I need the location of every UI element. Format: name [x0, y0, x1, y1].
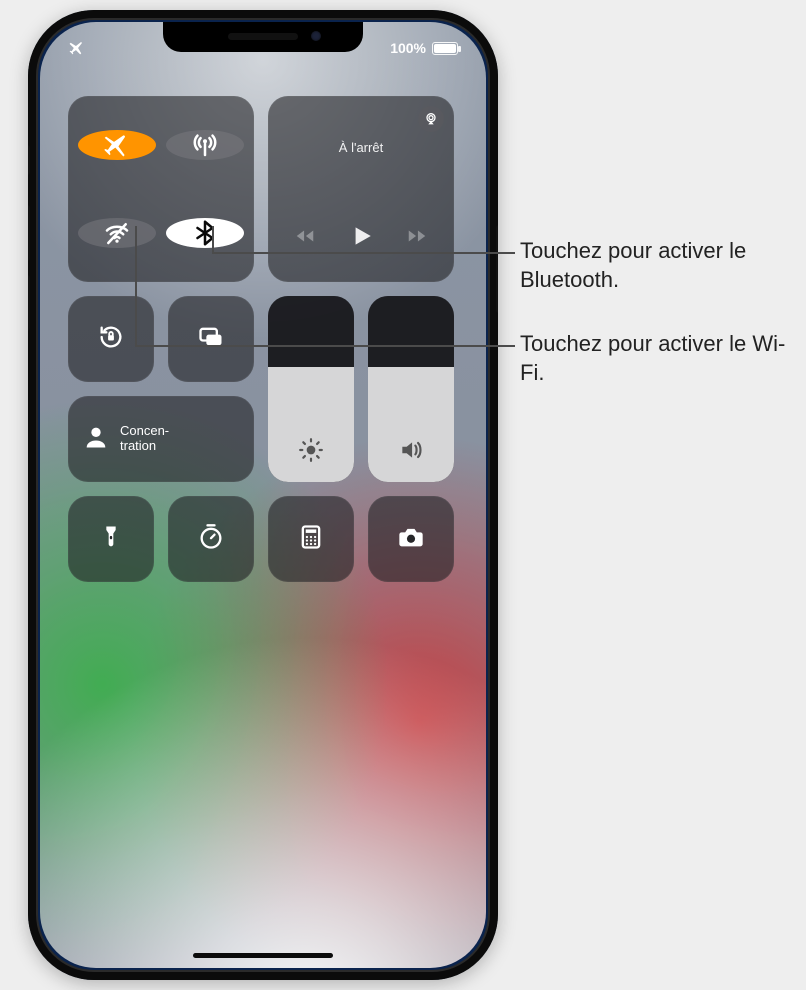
battery-icon: [432, 42, 458, 55]
screen-mirroring-icon: [197, 323, 225, 356]
volume-icon: [398, 437, 424, 468]
airplay-button[interactable]: [418, 106, 444, 132]
next-track-button[interactable]: [406, 225, 428, 252]
mute-switch: [28, 145, 30, 175]
phone-frame: 100%: [28, 10, 498, 980]
media-controls[interactable]: À l'arrêt: [268, 96, 454, 282]
brightness-icon: [298, 437, 324, 468]
orientation-lock-button[interactable]: [68, 296, 154, 382]
camera-icon: [397, 523, 425, 556]
media-title: À l'arrêt: [268, 140, 454, 155]
focus-label: Concen- tration: [120, 424, 169, 454]
airplane-icon: [102, 130, 132, 160]
volume-up-button: [28, 205, 30, 261]
callout-bluetooth: Touchez pour activer le Bluetooth.: [520, 237, 800, 294]
screen-mirroring-button[interactable]: [168, 296, 254, 382]
notch: [163, 22, 363, 52]
leader-line: [135, 226, 137, 346]
previous-track-button[interactable]: [294, 225, 316, 252]
screen: 100%: [40, 22, 486, 968]
media-transport: [268, 223, 454, 254]
antenna-icon: [190, 130, 220, 160]
wifi-off-icon: [102, 218, 132, 248]
bluetooth-toggle[interactable]: [166, 218, 244, 248]
airplane-status-icon: [68, 38, 86, 59]
brightness-slider[interactable]: [268, 296, 354, 482]
airplane-mode-toggle[interactable]: [78, 130, 156, 160]
orientation-lock-icon: [97, 323, 125, 356]
connectivity-group[interactable]: [68, 96, 254, 282]
callout-wifi: Touchez pour activer le Wi-Fi.: [520, 330, 800, 387]
focus-button[interactable]: Concen- tration: [68, 396, 254, 482]
power-button: [496, 225, 498, 313]
volume-slider[interactable]: [368, 296, 454, 482]
calculator-icon: [297, 523, 325, 556]
flashlight-button[interactable]: [68, 496, 154, 582]
flashlight-icon: [97, 523, 125, 556]
camera-button[interactable]: [368, 496, 454, 582]
cellular-data-toggle[interactable]: [166, 130, 244, 160]
calculator-button[interactable]: [268, 496, 354, 582]
volume-down-button: [28, 275, 30, 331]
leader-line: [135, 345, 515, 347]
airplay-icon: [423, 111, 439, 127]
home-indicator[interactable]: [193, 953, 333, 958]
focus-person-icon: [82, 423, 110, 456]
timer-icon: [197, 523, 225, 556]
leader-line: [212, 226, 214, 252]
timer-button[interactable]: [168, 496, 254, 582]
play-button[interactable]: [348, 223, 374, 254]
control-center: À l'arrêt: [68, 96, 458, 582]
wifi-toggle[interactable]: [78, 218, 156, 248]
leader-line: [212, 252, 515, 254]
bluetooth-icon: [190, 218, 220, 248]
battery-percent-label: 100%: [390, 40, 426, 56]
